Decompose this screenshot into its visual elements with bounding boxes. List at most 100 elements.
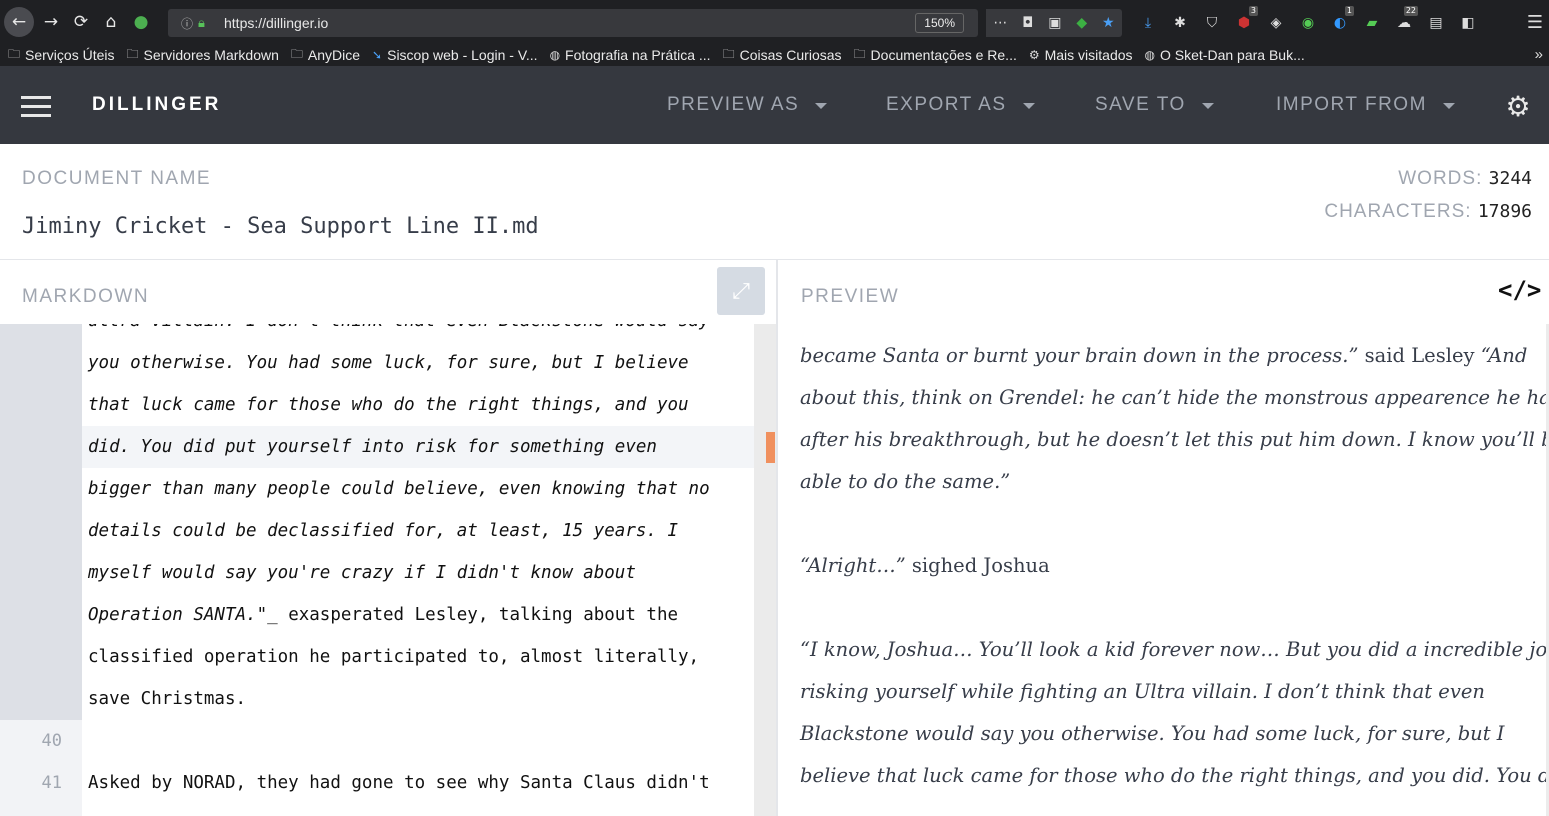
expand-icon: ⤢ bbox=[732, 278, 750, 304]
document-name-label: DOCUMENT NAME bbox=[22, 168, 212, 189]
markdown-editor[interactable]: 40 41 ultra villain. I don't think that … bbox=[0, 324, 776, 816]
reload-icon[interactable]: ⟳ bbox=[66, 7, 96, 37]
pocket-icon[interactable]: ◘ bbox=[1022, 15, 1033, 31]
preview-line: “I know, Joshua… You’ll look a kid forev… bbox=[800, 638, 1549, 661]
zoom-level[interactable]: 150% bbox=[915, 13, 964, 33]
preview-content: … became Santa or burnt your brain down … bbox=[778, 324, 1549, 816]
bookmark-item[interactable]: ➘ Siscop web - Login - V... bbox=[372, 47, 538, 63]
document-stats: WORDS: 3244 CHARACTERS: 17896 bbox=[1324, 168, 1532, 234]
caret-down-icon bbox=[1022, 103, 1035, 109]
extension-icons: ⤓ ✱ ⛉ ⬢ 3 ◈ ◉ ◐ 1 ▰ ☁ 22 ▤ ◧ bbox=[1132, 6, 1484, 37]
browser-toolbar: ← → ⟳ ⌂ ● ⓘ 🔒︎ https://dillinger.io 150%… bbox=[0, 0, 1549, 44]
markdown-pane-title: MARKDOWN bbox=[22, 286, 150, 307]
code-line: that luck came for those who do the righ… bbox=[88, 395, 689, 415]
bookmark-item[interactable]: 🗀 Servidores Markdown bbox=[126, 45, 278, 66]
code-line: myself would say you're crazy if I didn'… bbox=[88, 563, 636, 583]
more-actions-icon[interactable]: ⋯ bbox=[993, 15, 1007, 31]
code-line: Asked by NORAD, they had gone to see why… bbox=[88, 773, 710, 793]
folder-icon: 🗀 bbox=[722, 46, 735, 61]
reader-icon[interactable]: ▤ bbox=[1420, 9, 1452, 37]
markdown-pane: MARKDOWN ⤢ 40 41 ultra villain. I don't … bbox=[0, 260, 776, 816]
preview-pane: PREVIEW </> … became Santa or burnt your… bbox=[776, 260, 1549, 816]
flag-icon[interactable]: ◆ bbox=[1076, 15, 1087, 31]
shield-icon[interactable]: ⛉ bbox=[1196, 9, 1228, 37]
caret-down-icon bbox=[815, 103, 828, 109]
expand-editor-button[interactable]: ⤢ bbox=[717, 267, 765, 315]
characters-label: CHARACTERS: bbox=[1324, 201, 1472, 222]
preview-line: able to do the same.” bbox=[800, 470, 1011, 493]
document-header: DOCUMENT NAME Jiminy Cricket - Sea Suppo… bbox=[0, 144, 1549, 260]
forward-icon[interactable]: → bbox=[36, 7, 66, 37]
caret-down-icon bbox=[1201, 103, 1214, 109]
download-icon[interactable]: ⤓ bbox=[1132, 9, 1164, 37]
bookmark-item[interactable]: 🗀 AnyDice bbox=[291, 45, 360, 66]
bookmark-item[interactable]: 🗀 Documentações e Re... bbox=[854, 45, 1017, 66]
screenshot-icon[interactable]: ▣ bbox=[1048, 15, 1061, 31]
browser-menu-icon[interactable]: ☰ bbox=[1527, 12, 1543, 33]
preview-line: believe that luck came for those who do … bbox=[800, 764, 1549, 787]
preview-line: after his breakthrough, but he doesn’t l… bbox=[800, 428, 1549, 451]
document-name-input[interactable]: Jiminy Cricket - Sea Support Line II.md bbox=[22, 214, 539, 239]
folder-icon: 🗀 bbox=[853, 46, 866, 61]
brand-logo[interactable]: DILLINGER bbox=[92, 94, 221, 116]
caret-down-icon bbox=[1442, 103, 1455, 109]
weather-icon[interactable]: ☁ 22 bbox=[1388, 6, 1420, 37]
info-icon[interactable]: ⓘ bbox=[176, 15, 198, 32]
app-navbar: DILLINGER PREVIEW AS EXPORT AS SAVE TO I… bbox=[0, 66, 1549, 144]
words-label: WORDS: bbox=[1398, 168, 1483, 189]
preview-line: became Santa or burnt your brain down in… bbox=[800, 344, 1528, 367]
globe-icon: ◍ bbox=[549, 48, 561, 62]
gear-icon: ⚙ bbox=[1028, 48, 1040, 62]
extension-snowflake-icon[interactable]: ✱ bbox=[1164, 9, 1196, 37]
code-line: ultra villain. I don't think that even B… bbox=[88, 324, 710, 342]
bookmarks-bar: 🗀 Serviços Úteis 🗀 Servidores Markdown 🗀 An… bbox=[0, 44, 1549, 66]
gutter-wrap-shade bbox=[0, 324, 82, 720]
menu-toggle-icon[interactable] bbox=[21, 96, 51, 118]
folder-icon: 🗀 bbox=[290, 46, 303, 61]
code-view-toggle-icon[interactable]: </> bbox=[1498, 276, 1541, 304]
preview-line: Blackstone would say you otherwise. You … bbox=[800, 722, 1505, 745]
editor-scrollbar[interactable] bbox=[754, 324, 776, 816]
code-line: details could be declassified for, at le… bbox=[88, 521, 679, 541]
back-icon[interactable]: ← bbox=[4, 7, 34, 37]
sidebar-icon[interactable]: ◧ bbox=[1452, 9, 1484, 37]
scroll-position-marker bbox=[766, 432, 775, 463]
code-line: classified operation he participated to,… bbox=[88, 647, 700, 667]
extension-turtle-icon[interactable]: ◉ bbox=[1292, 9, 1324, 37]
extension-diamond-icon[interactable]: ◈ bbox=[1260, 9, 1292, 37]
folder-icon: 🗀 bbox=[126, 46, 139, 61]
preview-pane-title: PREVIEW bbox=[801, 286, 900, 307]
bookmarks-overflow-icon[interactable]: » bbox=[1535, 46, 1543, 63]
settings-gear-icon[interactable]: ⚙ bbox=[1503, 92, 1533, 122]
bookmark-item[interactable]: ⚙ Mais visitados bbox=[1029, 47, 1133, 63]
bookmark-item[interactable]: ◍ O Sket-Dan para Buk... bbox=[1145, 47, 1305, 63]
preview-line: “Alright…” sighed Joshua bbox=[800, 554, 1050, 577]
bookmark-item[interactable]: ◍ Fotografia na Prática ... bbox=[550, 47, 711, 63]
line-number: 41 bbox=[41, 773, 62, 793]
line-number: 40 bbox=[41, 731, 62, 751]
extension-drop-icon[interactable]: ◐ 1 bbox=[1324, 6, 1356, 37]
bookmark-star-icon[interactable]: ★ bbox=[1102, 15, 1115, 31]
ublock-icon[interactable]: ⬢ 3 bbox=[1228, 6, 1260, 37]
home-icon[interactable]: ⌂ bbox=[96, 7, 126, 37]
bookmark-item[interactable]: 🗀 Serviços Úteis bbox=[8, 45, 114, 66]
save-to-dropdown[interactable]: SAVE TO bbox=[1095, 94, 1214, 116]
import-from-dropdown[interactable]: IMPORT FROM bbox=[1276, 94, 1455, 116]
characters-count: 17896 bbox=[1477, 201, 1532, 222]
lock-icon: 🔒︎ bbox=[198, 15, 205, 31]
extension-green-icon[interactable]: ● bbox=[126, 7, 156, 37]
url-text[interactable]: https://dillinger.io bbox=[224, 15, 328, 31]
extension-save-icon[interactable]: ▰ bbox=[1356, 9, 1388, 37]
code-line: did. You did put yourself into risk for … bbox=[88, 437, 657, 457]
page-actions: ⋯ ◘ ▣ ◆ ★ bbox=[986, 9, 1122, 37]
words-count: 3244 bbox=[1488, 168, 1532, 189]
preview-as-dropdown[interactable]: PREVIEW AS bbox=[667, 94, 828, 116]
bookmark-item[interactable]: 🗀 Coisas Curiosas bbox=[723, 45, 842, 66]
link-icon: ➘ bbox=[372, 48, 383, 62]
address-bar[interactable]: ⓘ 🔒︎ https://dillinger.io 150% bbox=[168, 9, 978, 37]
code-line: save Christmas. bbox=[88, 689, 247, 709]
export-as-dropdown[interactable]: EXPORT AS bbox=[886, 94, 1035, 116]
code-line: Operation SANTA."_ exasperated Lesley, t… bbox=[88, 605, 679, 625]
preview-line: about this, think on Grendel: he can’t h… bbox=[800, 386, 1549, 409]
globe-icon: ◍ bbox=[1144, 48, 1156, 62]
